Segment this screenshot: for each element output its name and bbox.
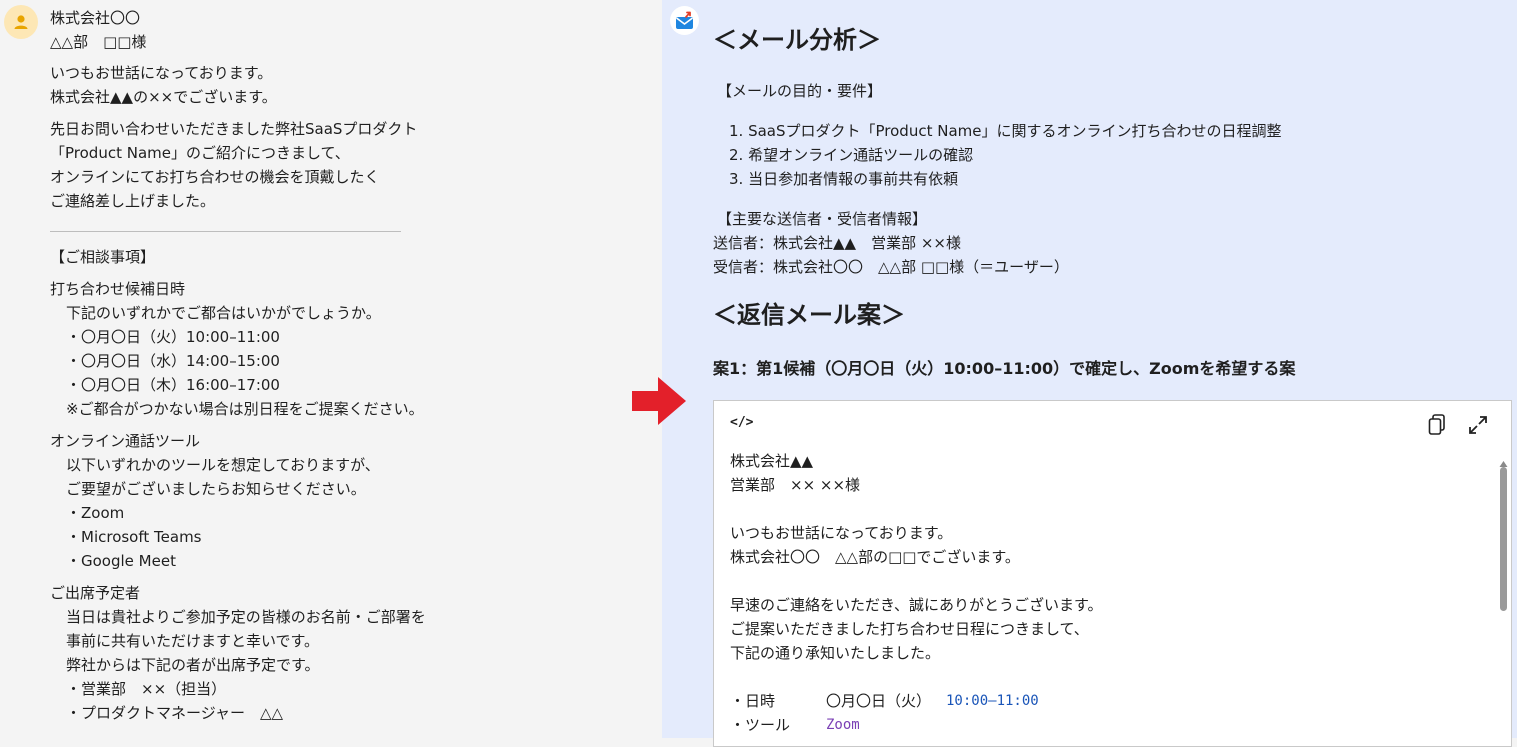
- email-line: ご出席予定者: [50, 584, 141, 602]
- sender-info: 送信者：株式会社▲▲ 営業部 ××様: [713, 234, 961, 252]
- code-line: 営業部 ×× ××様: [730, 476, 861, 494]
- purpose-item: 2. 希望オンライン通話ツールの確認: [729, 146, 974, 164]
- code-time-value: 10:00–11:00: [946, 693, 1039, 709]
- email-line: ・Zoom: [66, 504, 125, 522]
- email-line: ・プロダクトマネージャー △△: [66, 704, 284, 722]
- email-line: 弊社からは下記の者が出席予定です。: [66, 656, 320, 674]
- email-line: 「Product Name」のご紹介につきまして、: [50, 144, 350, 162]
- expand-icon[interactable]: [1468, 415, 1488, 439]
- code-lang-icon: </>: [730, 415, 754, 430]
- email-line: ・営業部 ××（担当）: [66, 680, 227, 698]
- purpose-heading: 【メールの目的・要件】: [717, 82, 883, 100]
- user-avatar-icon: [4, 5, 38, 39]
- email-line: ※ご都合がつかない場合は別日程をご提案ください。: [66, 400, 424, 418]
- purpose-item: 3. 当日参加者情報の事前共有依頼: [729, 170, 959, 188]
- email-panel: 株式会社〇〇 △△部 □□様 いつもお世話になっております。 株式会社▲▲の××…: [0, 0, 662, 738]
- email-line: ご要望がございましたらお知らせください。: [66, 480, 366, 498]
- email-line: ご連絡差し上げました。: [50, 192, 216, 210]
- analysis-heading: ＜メール分析＞: [713, 26, 881, 54]
- scrollbar-thumb[interactable]: [1500, 467, 1507, 611]
- email-line: オンライン通話ツール: [50, 432, 201, 450]
- mail-app-icon: [670, 6, 699, 35]
- right-arrow-icon: [632, 377, 686, 429]
- email-line: ・〇月〇日（水）14:00–15:00: [66, 352, 280, 370]
- email-line: オンラインにてお打ち合わせの機会を頂戴したく: [50, 168, 380, 186]
- code-line: 早速のご連絡をいただき、誠にありがとうございます。: [730, 596, 1103, 614]
- parties-heading: 【主要な送信者・受信者情報】: [717, 210, 928, 228]
- receiver-info: 受信者：株式会社〇〇 △△部 □□様（＝ユーザー）: [713, 258, 1069, 276]
- code-line: 株式会社▲▲: [730, 452, 814, 470]
- email-line: 株式会社〇〇: [50, 9, 141, 27]
- code-date-value: 〇月〇日（火）: [826, 692, 932, 710]
- code-date-label: ・日時: [730, 692, 776, 710]
- copy-icon[interactable]: [1428, 414, 1446, 440]
- code-block[interactable]: </> 株式会社▲▲ 営業部 ×× ××様 いつもお世話になっております。 株式…: [713, 400, 1512, 747]
- email-line: 以下いずれかのツールを想定しておりますが、: [66, 456, 380, 474]
- code-line: 下記の通り承知いたしました。: [730, 644, 941, 662]
- email-line: △△部 □□様: [50, 33, 147, 51]
- email-line: いつもお世話になっております。: [50, 64, 273, 82]
- email-line: ・Microsoft Teams: [66, 528, 202, 546]
- email-line: 下記のいずれかでご都合はいかがでしょうか。: [66, 304, 381, 322]
- email-line: 【ご相談事項】: [50, 248, 156, 266]
- code-line: いつもお世話になっております。: [730, 524, 953, 542]
- email-line: ・〇月〇日（木）16:00–17:00: [66, 376, 280, 394]
- code-line: 株式会社〇〇 △△部の□□でございます。: [730, 548, 1020, 566]
- email-line: ・Google Meet: [66, 552, 176, 570]
- code-tool-value: Zoom: [826, 717, 860, 733]
- draft1-title: 案1：第1候補（〇月〇日（火）10:00–11:00）で確定し、Zoomを希望す…: [713, 359, 1296, 378]
- email-line: 先日お問い合わせいただきました弊社SaaSプロダクト: [50, 120, 418, 138]
- divider: [50, 231, 401, 232]
- email-line: 打ち合わせ候補日時: [50, 280, 186, 298]
- email-line: 当日は貴社よりご参加予定の皆様のお名前・ご部署を: [66, 608, 426, 626]
- code-line: ご提案いただきました打ち合わせ日程につきまして、: [730, 620, 1089, 638]
- purpose-item: 1. SaaSプロダクト「Product Name」に関するオンライン打ち合わせ…: [729, 122, 1282, 140]
- reply-heading: ＜返信メール案＞: [713, 301, 905, 329]
- code-tool-label: ・ツール: [730, 716, 791, 734]
- email-line: 株式会社▲▲の××でございます。: [50, 88, 277, 106]
- email-line: ・〇月〇日（火）10:00–11:00: [66, 328, 280, 346]
- email-line: 事前に共有いただけますと幸いです。: [66, 632, 320, 650]
